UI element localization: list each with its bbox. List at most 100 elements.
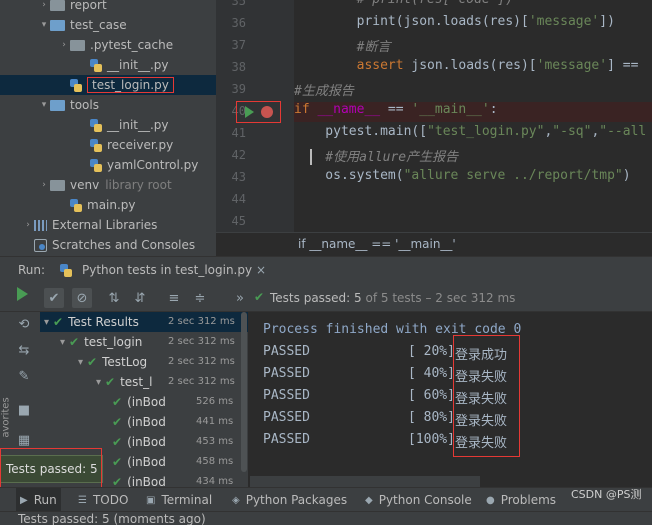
tab-todo[interactable]: ☰ TODO [78,488,128,512]
expand-all-icon[interactable]: ≡ [164,288,184,308]
tree-item[interactable]: › .pytest_cache [0,35,216,55]
tree-item-label: receiver.py [107,138,174,152]
code-token: : [489,102,498,117]
tree-item[interactable]: ▾ test_case [0,15,216,35]
tree-item-test-login[interactable]: test_login.py [0,75,216,95]
test-node[interactable]: ▾ ✔ test_login [60,332,142,352]
tree-item[interactable]: __init__.py [0,55,216,75]
tree-item[interactable]: › report [0,0,216,15]
folder-icon [70,39,85,51]
chevron-down-icon[interactable]: ▾ [44,317,49,328]
collapse-all-icon[interactable]: ≑ [190,288,210,308]
tree-item[interactable]: __init__.py [0,115,216,135]
scratch-icon [34,238,47,252]
test-node-label: (inBod [127,415,166,429]
test-node[interactable]: ✔ (inBod [112,392,166,412]
code-line[interactable]: if __name__ == '__main__': [294,102,498,117]
passed-check-icon: ✔ [69,335,80,349]
test-node[interactable]: ✔ (inBod [112,432,166,452]
chevron-right-icon[interactable]: › [22,220,34,230]
test-node[interactable]: ✔ (inBod [112,472,166,487]
results-scrollbar[interactable] [241,312,247,472]
close-tab-icon[interactable]: × [256,263,266,277]
tab-run[interactable]: ▶ Run [16,488,61,512]
test-node-label: (inBod [127,435,166,449]
console-hscrollbar[interactable] [250,476,480,487]
code-line[interactable]: #断言 [294,36,391,55]
passed-check-icon: ✔ [112,455,123,469]
folder-icon [50,19,65,31]
code-line[interactable]: #生成报告 [294,80,354,99]
code-token: #使用allure产生报告 [294,150,459,165]
chevron-down-icon[interactable]: ▾ [38,100,50,110]
test-node[interactable]: ▾ ✔ test_l [96,372,152,392]
console-status: PASSED [263,388,310,403]
layout-icon[interactable]: ▦ [14,430,34,450]
run-tab-label[interactable]: Python tests in test_login.py [82,263,252,277]
tests-passed-icon: ✔ [254,290,265,304]
tree-item[interactable]: receiver.py [0,135,216,155]
rerun-failed-icon[interactable]: ⟲ [14,314,34,334]
tab-label: Problems [500,493,557,507]
test-node-label: (inBod [127,455,166,469]
favorites-side-label[interactable]: avorites [1,397,12,437]
code-line[interactable]: #使用allure产生报告 [294,146,458,165]
tab-problems[interactable]: ● Problems [486,488,556,512]
chevron-down-icon[interactable]: ▾ [96,377,101,388]
toggle-auto-test-icon[interactable]: ⇆ [14,340,34,360]
run-gutter-icon[interactable] [245,106,254,118]
code-token: 'message' [536,58,608,73]
code-line[interactable]: # print(res["code"]) [294,0,514,7]
tree-item[interactable]: main.py [0,195,216,215]
breakpoint-icon[interactable] [261,106,273,118]
chevron-down-icon[interactable]: ▾ [38,20,50,30]
tree-item[interactable]: › External Libraries [0,215,216,235]
tree-item[interactable]: › venv library root [0,175,216,195]
tree-item[interactable]: Scratches and Consoles [0,235,216,255]
code-editor[interactable]: 3536373839404142434445 # print(res["code… [216,0,652,256]
code-line[interactable]: os.system("allure serve ../report/tmp") [294,168,630,183]
tree-item-label: test_case [70,18,127,32]
test-duration: 2 sec 312 ms [168,316,235,327]
sort-duration-icon[interactable]: ⇵ [130,288,150,308]
console-percent: [ 40%] [408,366,455,381]
code-line[interactable]: assert json.loads(res)['message'] == [294,58,639,73]
line-number: 42 [231,148,246,162]
chevron-right-icon[interactable]: › [38,0,50,10]
code-line[interactable]: pytest.main(["test_login.py","-sq","--al… [294,124,646,139]
test-node-label: (inBod [127,395,166,409]
code-line[interactable]: print(json.loads(res)['message']) [294,14,615,29]
python-tests-icon [60,260,80,280]
tab-python-packages[interactable]: ◈ Python Packages [232,488,347,512]
terminal-icon: ▣ [146,494,156,506]
editor-breadcrumb[interactable]: if __name__ == '__main__' [216,232,652,256]
passed-check-icon: ✔ [105,375,116,389]
console-percent: [ 60%] [408,388,455,403]
console-percent: [100%] [408,432,455,447]
show-ignored-icon[interactable]: ⊘ [72,288,92,308]
tree-item[interactable]: ▾ tools [0,95,216,115]
code-token: "allure serve ../report/tmp" [403,168,623,183]
chevron-down-icon[interactable]: ▾ [78,357,83,368]
chevron-right-icon[interactable]: › [58,40,70,50]
settings-wrench-icon[interactable]: ✎ [14,366,34,386]
tab-terminal[interactable]: ▣ Terminal [146,488,212,512]
chevron-down-icon[interactable]: ▾ [60,337,65,348]
test-node[interactable]: ✔ (inBod [112,412,166,432]
show-passed-icon[interactable]: ✔ [44,288,64,308]
chevron-right-icon[interactable]: › [38,180,50,190]
code-token: json.loads(res)[ [411,58,537,73]
run-title: Run: [18,263,46,277]
stop-icon[interactable]: ■ [14,400,34,420]
more-icon[interactable]: » [230,288,250,308]
sort-alpha-icon[interactable]: ⇅ [104,288,124,308]
test-node[interactable]: ✔ (inBod [112,452,166,472]
test-node[interactable]: ▾ ✔ TestLog [78,352,147,372]
folder-icon [50,179,65,191]
status-bar-message[interactable]: Tests passed: 5 (moments ago) [18,512,206,525]
tab-python-console[interactable]: ◆ Python Console [365,488,472,512]
rerun-icon[interactable] [17,287,28,301]
tool-window-tabs: ▶ Run ☰ TODO ▣ Terminal ◈ Python Packages ◆ Pytho… [0,487,652,512]
tree-item[interactable]: yamlControl.py [0,155,216,175]
run-console[interactable]: Process finished with exit code 0 PASSED… [250,312,652,487]
